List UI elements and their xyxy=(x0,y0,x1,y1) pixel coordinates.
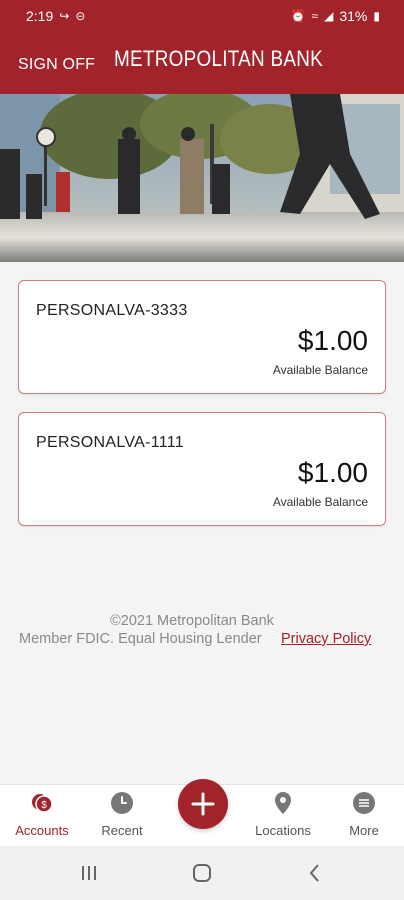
account-balance: $1.00 xyxy=(297,457,368,488)
account-card[interactable]: PERSONALVA-1111 $1.00 Available Balance xyxy=(18,412,386,526)
location-pin-icon xyxy=(275,792,291,814)
status-time: 2:19 xyxy=(26,8,54,24)
bank-title: METROPOLITAN BANK xyxy=(114,46,324,71)
system-nav-bar xyxy=(0,846,404,900)
signal-icon: ◢ xyxy=(324,9,334,23)
nav-locations-label: Locations xyxy=(255,823,311,838)
back-icon[interactable] xyxy=(303,861,327,885)
status-bar: 2:19 ↪ ⊝ ⏰ ≈ ◢ 31% ▮ xyxy=(0,0,404,32)
home-icon[interactable] xyxy=(190,861,214,885)
city-street-photo xyxy=(0,94,404,262)
nav-accounts[interactable]: $ Accounts xyxy=(2,785,82,847)
balance-label: Available Balance xyxy=(272,363,368,377)
app-header: SIGN OFF METROPOLITAN BANK xyxy=(0,32,404,94)
nav-more-label: More xyxy=(349,823,379,838)
battery-icon: ▮ xyxy=(373,9,380,23)
privacy-policy-link[interactable]: Privacy Policy xyxy=(281,631,371,647)
nav-accounts-label: Accounts xyxy=(15,823,69,838)
sign-off-button[interactable]: SIGN OFF xyxy=(18,56,95,74)
recent-apps-icon[interactable] xyxy=(77,861,101,885)
balance-label: Available Balance xyxy=(272,495,368,509)
copyright-text: ©2021 Metropolitan Bank xyxy=(110,613,274,629)
nav-locations[interactable]: Locations xyxy=(243,785,323,847)
plus-icon xyxy=(191,792,215,816)
battery-percent: 31% xyxy=(339,8,368,24)
nav-recent-label: Recent xyxy=(101,823,143,838)
menu-icon xyxy=(353,792,375,814)
accounts-icon: $ xyxy=(32,794,53,813)
status-left: 2:19 ↪ ⊝ xyxy=(26,8,85,24)
account-name: PERSONALVA-1111 xyxy=(36,434,184,451)
status-right: ⏰ ≈ ◢ 31% ▮ xyxy=(291,8,380,24)
account-balance: $1.00 xyxy=(297,325,368,356)
account-name: PERSONALVA-3333 xyxy=(36,302,188,319)
account-card[interactable]: PERSONALVA-3333 $1.00 Available Balance xyxy=(18,280,386,394)
do-not-disturb-icon: ⊝ xyxy=(75,9,86,23)
clock-icon xyxy=(111,792,133,814)
add-button[interactable] xyxy=(178,779,228,829)
svg-text:$: $ xyxy=(41,800,47,811)
hero-image xyxy=(0,94,404,262)
fdic-text: Member FDIC. Equal Housing Lender xyxy=(19,631,262,647)
wifi-icon: ≈ xyxy=(311,9,319,23)
bottom-nav: $ Accounts Recent Locations More xyxy=(0,779,404,847)
alarm-icon: ⏰ xyxy=(290,9,306,23)
nav-more[interactable]: More xyxy=(324,785,404,847)
missed-call-icon: ↪ xyxy=(59,9,70,23)
nav-recent[interactable]: Recent xyxy=(82,785,162,847)
